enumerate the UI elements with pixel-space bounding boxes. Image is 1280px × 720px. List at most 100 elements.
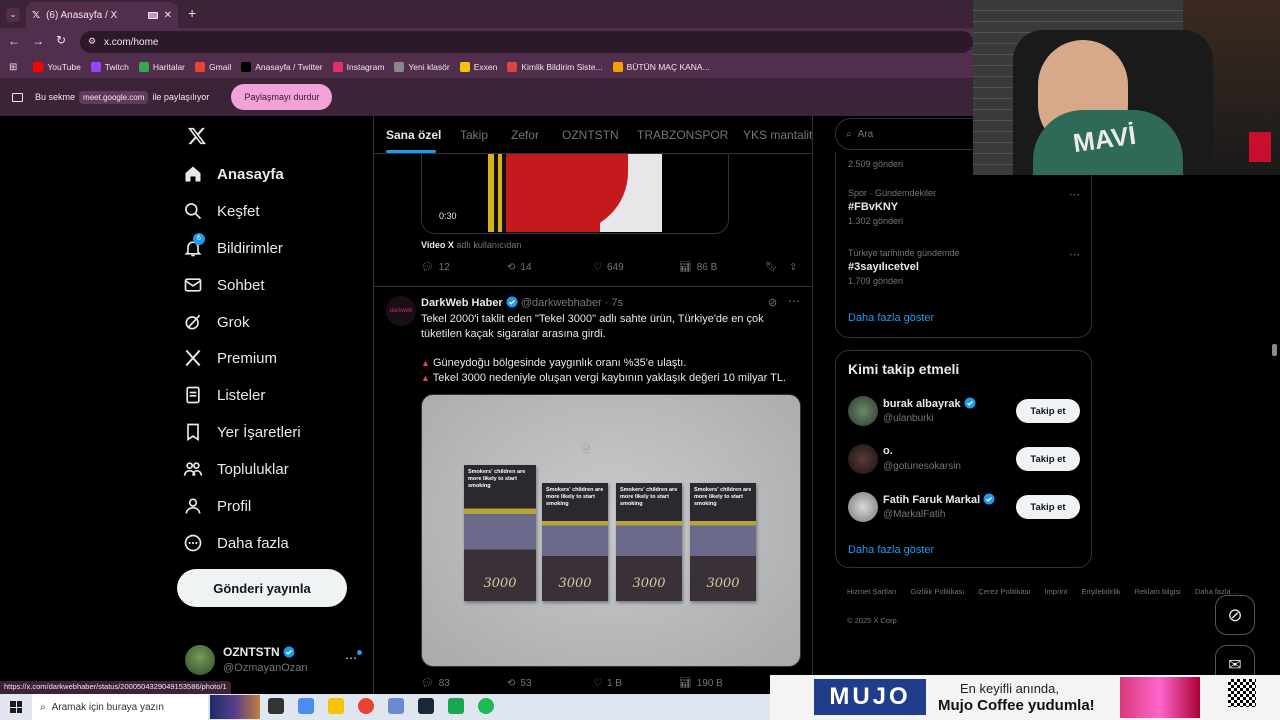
file-explorer-icon[interactable] [328, 698, 344, 714]
bookmark-item[interactable]: BÜTÜN MAÇ KANA... [612, 62, 710, 72]
sidebar-item[interactable]: Profil [183, 496, 251, 516]
trend-more-icon[interactable]: ⋯ [1069, 188, 1080, 201]
like-button[interactable]: ♡ 1 B [593, 678, 622, 689]
profile-icon [183, 496, 203, 516]
follow-button[interactable]: Takip et [1016, 495, 1080, 519]
news-widget-icon[interactable] [210, 695, 260, 719]
bookmark-post-icon[interactable]: 🔖︎ [765, 262, 778, 273]
reply-button[interactable]: 💬︎ 83 [421, 678, 450, 689]
timeline-tab[interactable]: YKS mantalite [743, 128, 812, 142]
video-post[interactable]: 0:30 Video X adlı kullanıcıdan 💬︎ 12 ⟲ 14 … [374, 152, 812, 287]
forward-icon[interactable]: → [32, 34, 44, 48]
home-icon [183, 164, 203, 184]
timeline-tab[interactable]: Zefor [511, 128, 539, 142]
bookmark-item[interactable]: Instagram [332, 62, 384, 72]
sidebar-item[interactable]: Premium [183, 348, 277, 368]
video-player[interactable]: 0:30 [421, 152, 729, 234]
sidebar-item[interactable]: Yer İşaretleri [183, 422, 301, 442]
post-time[interactable]: · 7s [605, 297, 623, 309]
reply-button[interactable]: 💬︎ 12 [421, 262, 450, 273]
follow-button[interactable]: Takip et [1016, 399, 1080, 423]
share-post-icon[interactable]: ⇪ [789, 262, 797, 273]
follow-button[interactable]: Takip et [1016, 447, 1080, 471]
chrome-icon[interactable] [358, 698, 374, 714]
app-icon[interactable] [448, 698, 464, 714]
address-bar[interactable]: ⚙ x.com/home [80, 31, 973, 53]
sidebar-item[interactable]: 6 Bildirimler [183, 233, 283, 258]
timeline-tab[interactable]: TRABZONSPOR [637, 128, 728, 142]
sidebar-item[interactable]: Topluluklar [183, 459, 289, 479]
like-button[interactable]: ♡ 649 [593, 262, 624, 273]
tab-search-icon[interactable]: ⌄ [6, 8, 20, 22]
like-icon: ♡ [593, 678, 602, 689]
sidebar-item[interactable]: Listeler [183, 385, 265, 405]
follow-suggestion[interactable]: Fatih Faruk Markal @MarkalFatih Takip et [848, 489, 1080, 529]
bookmark-item[interactable]: Gmail [195, 62, 231, 72]
show-more-trends[interactable]: Daha fazla göster [848, 312, 934, 324]
steam-icon[interactable] [418, 698, 434, 714]
trend-more-icon[interactable]: ⋯ [1069, 248, 1080, 261]
post-more-icon[interactable]: ⋯ [788, 294, 800, 308]
post-darkweb[interactable]: darkweb DarkWeb Haber @darkwebhaber · 7s… [374, 288, 812, 694]
bookmark-label: Anasayfa / Twitter [255, 62, 323, 72]
tab-close-icon[interactable]: ✕ [164, 10, 172, 21]
bookmark-item[interactable]: YouTube [33, 62, 81, 72]
sidebar-item[interactable]: Anasayfa [183, 164, 284, 184]
post-image[interactable]: Smokers' children are more likely to sta… [421, 394, 801, 667]
repost-count: 53 [520, 678, 532, 689]
views-button[interactable]: 📊︎ 190 B [679, 678, 723, 689]
bookmark-item[interactable]: Kimlik Bildirim Siste... [507, 62, 603, 72]
repost-button[interactable]: ⟲ 53 [507, 678, 532, 689]
start-icon[interactable] [10, 701, 22, 713]
bookmark-item[interactable]: Twitch [90, 62, 129, 72]
post-button[interactable]: Gönderi yayınla [177, 569, 347, 607]
apps-grid-icon[interactable]: ⊞ [9, 62, 17, 73]
sidebar-item[interactable]: Daha fazla [183, 533, 289, 553]
author-name[interactable]: DarkWeb Haber [421, 297, 503, 309]
copilot-icon[interactable] [298, 698, 314, 714]
sidebar-item[interactable]: Grok [183, 312, 250, 332]
grok-post-icon[interactable]: ⊘ [768, 296, 777, 309]
new-tab-button[interactable]: + [188, 5, 196, 21]
video-source-name[interactable]: Video X [421, 240, 454, 250]
trend-item[interactable]: Türkiye tarihinde gündemde #3sayılıcetvel… [848, 248, 1080, 300]
footer-link[interactable]: Reklam bilgisi [1135, 587, 1181, 596]
taskbar-search[interactable]: ⌕ Aramak için buraya yazın [32, 694, 208, 720]
timeline-tab[interactable]: Sana özel [386, 128, 441, 142]
trend-item[interactable]: Spor · Gündemdekiler #FBvKNY 1.302 gönderi… [848, 188, 1080, 240]
reply-icon: 💬︎ [421, 678, 434, 689]
repost-button[interactable]: ⟲ 14 [507, 262, 532, 273]
timeline-tab[interactable]: OZNTSTN [562, 128, 619, 142]
sidebar-item[interactable]: Keşfet [183, 201, 260, 221]
browser-tab[interactable]: 𝕏 (6) Anasayfa / X ✕ [26, 2, 178, 28]
pen-app-icon[interactable] [388, 698, 404, 714]
x-logo-icon[interactable] [187, 126, 207, 146]
sidebar-item[interactable]: Sohbet [183, 275, 265, 295]
follow-suggestion[interactable]: o. @gotunesokarsin Takip et [848, 441, 1080, 481]
spotify-icon[interactable] [478, 698, 494, 714]
bookmark-item[interactable]: Yeni klasör [394, 62, 450, 72]
author-handle[interactable]: @darkwebhaber [521, 297, 602, 309]
reload-icon[interactable]: ↻ [56, 33, 66, 47]
timeline-tab[interactable]: Takip [460, 128, 488, 142]
task-view-icon[interactable] [268, 698, 284, 714]
follow-suggestion[interactable]: burak albayrak @ulanburki Takip et [848, 393, 1080, 433]
bookmark-item[interactable]: Anasayfa / Twitter [241, 62, 323, 72]
footer-link[interactable]: Hizmet Şartları [847, 587, 897, 596]
account-more-icon[interactable]: ⋯ [345, 651, 357, 665]
page-scrollbar[interactable] [1272, 344, 1277, 356]
bookmark-item[interactable]: Exxen [459, 62, 497, 72]
footer-link[interactable]: Imprint [1044, 587, 1067, 596]
footer-link[interactable]: Gizlilik Politikası [911, 587, 965, 596]
bookmark-favicon-icon [195, 62, 206, 72]
bookmark-item[interactable]: Haritalar [138, 62, 185, 72]
back-icon[interactable]: ← [8, 34, 20, 48]
footer-link[interactable]: Erişilebilirlik [1081, 587, 1120, 596]
stop-sharing-button[interactable]: Paylaşmayı durdur [231, 84, 333, 110]
footer-link[interactable]: Çerez Politikası [978, 587, 1030, 596]
author-avatar[interactable]: darkweb [386, 296, 416, 326]
grok-floating-button[interactable]: ⊘ [1215, 595, 1255, 635]
show-more-follow[interactable]: Daha fazla göster [848, 544, 934, 556]
account-switcher[interactable]: OZNTSTN @OzmayanOzan ⋯ [185, 643, 365, 677]
views-button[interactable]: 📊︎ 86 B [679, 262, 717, 273]
